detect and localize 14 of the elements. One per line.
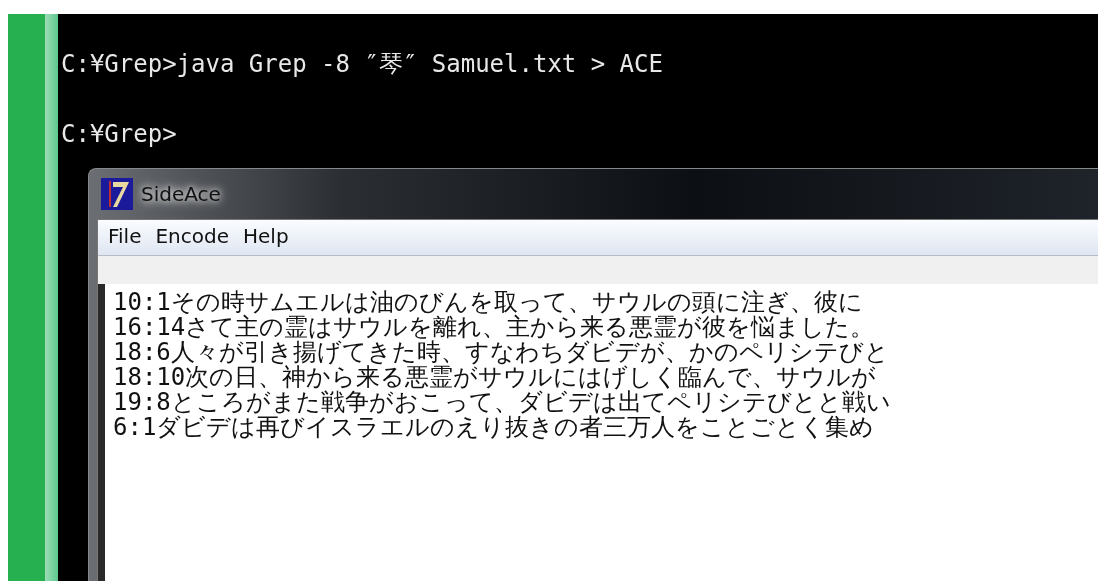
menu-item[interactable]: Encode — [155, 224, 229, 251]
result-line: 10:1その時サムエルは油のびんを取って、サウルの頭に注ぎ、彼に — [113, 290, 864, 315]
app-logo-icon — [101, 178, 133, 210]
console-line: C:¥Grep>java Grep -8 ″琴″ Samuel.txt > ACE — [61, 49, 664, 80]
window-title: SideAce — [141, 182, 221, 206]
result-line: 18:6人々が引き揚げてきた時、すなわちダビデが、かのペリシテびと — [113, 340, 890, 365]
console-line: C:¥Grep> — [61, 119, 178, 150]
result-line: 18:10次の日、神から来る悪霊がサウルにはげしく臨んで、サウルが — [113, 365, 877, 390]
result-line: 6:1ダビデは再びイスラエルのえり抜きの者三万人をことごとく集め — [113, 415, 876, 440]
menu-item[interactable]: File — [108, 224, 142, 251]
result-line: 16:14さて主の霊はサウルを離れ、主から来る悪霊が彼を悩ました。 — [113, 315, 876, 340]
menu-item[interactable]: Help — [243, 224, 289, 251]
result-line: 19:8ところがまた戦争がおこって、ダビデは出てペリシテびとと戦い — [113, 390, 892, 415]
text-area[interactable] — [98, 284, 1098, 581]
